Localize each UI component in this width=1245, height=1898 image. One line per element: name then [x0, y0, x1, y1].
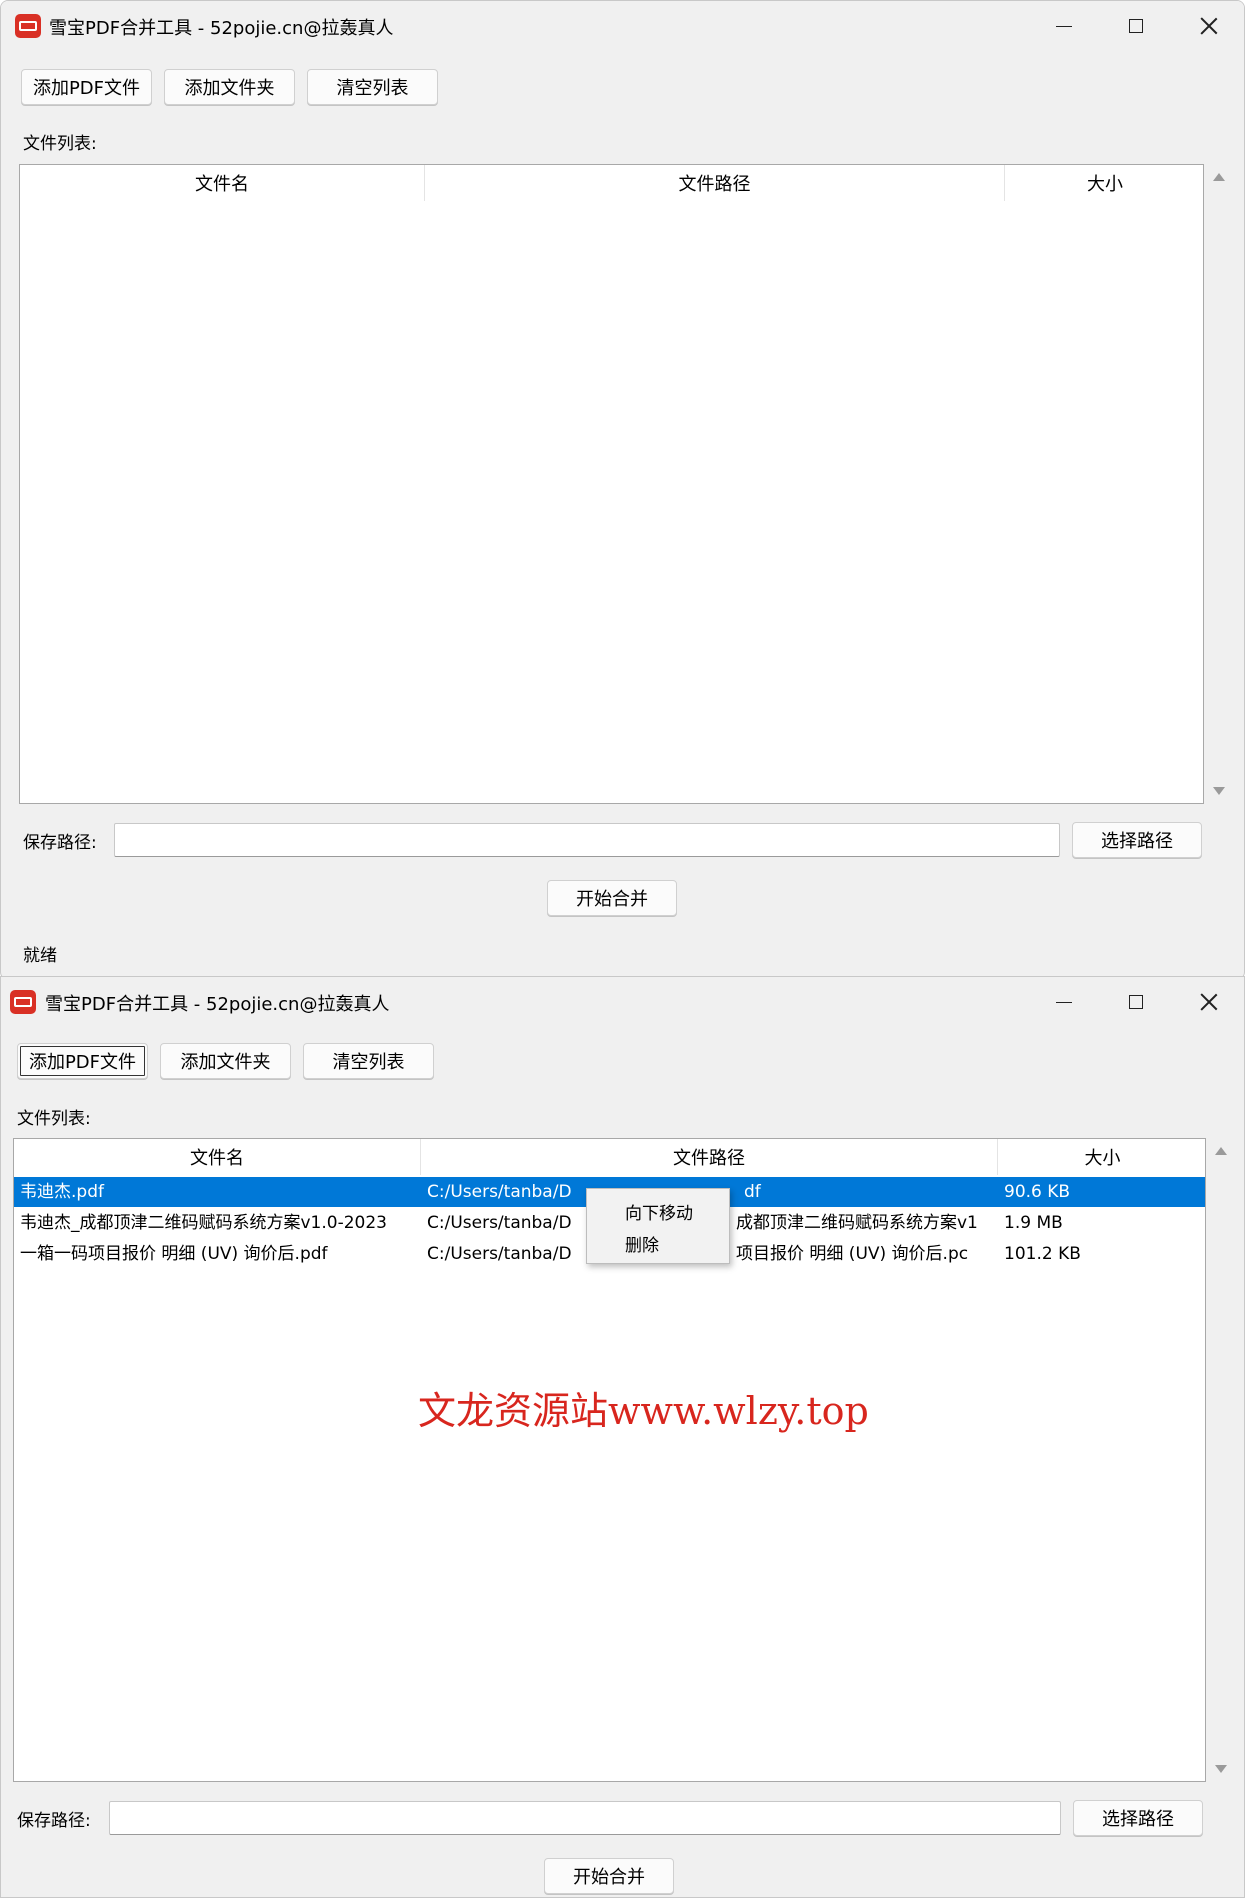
- status-text: 就绪: [23, 946, 57, 966]
- column-header-name[interactable]: 文件名: [14, 1139, 421, 1175]
- vertical-scrollbar[interactable]: [1210, 1138, 1232, 1782]
- add-folder-button[interactable]: 添加文件夹: [160, 1043, 291, 1079]
- title-bar: 雪宝PDF合并工具 - 52pojie.cn@拉轰真人: [1, 977, 1244, 1027]
- context-menu-move-down[interactable]: 向下移动: [625, 1199, 693, 1224]
- context-menu: 向下移动 删除: [586, 1188, 730, 1264]
- column-header-path[interactable]: 文件路径: [421, 1139, 998, 1175]
- choose-path-button[interactable]: 选择路径: [1072, 822, 1202, 858]
- add-pdf-button[interactable]: 添加PDF文件: [21, 69, 152, 105]
- merge-window-empty: 雪宝PDF合并工具 - 52pojie.cn@拉轰真人 添加PDF文件 添加文件…: [0, 0, 1245, 980]
- watermark-text: 文龙资源站www.wlzy.top: [418, 1389, 869, 1433]
- column-header-name[interactable]: 文件名: [20, 165, 425, 201]
- close-icon: [1200, 17, 1218, 35]
- context-menu-delete[interactable]: 删除: [625, 1231, 659, 1256]
- scroll-down-icon[interactable]: [1215, 1765, 1227, 1773]
- close-button[interactable]: [1177, 977, 1241, 1027]
- file-table[interactable]: 文件名 文件路径 大小: [19, 164, 1204, 804]
- close-button[interactable]: [1177, 1, 1241, 51]
- vertical-scrollbar[interactable]: [1208, 164, 1230, 804]
- minimize-button[interactable]: [1032, 1, 1096, 51]
- window-title: 雪宝PDF合并工具 - 52pojie.cn@拉轰真人: [49, 18, 394, 39]
- start-merge-button[interactable]: 开始合并: [544, 1858, 674, 1894]
- start-merge-button[interactable]: 开始合并: [547, 880, 677, 916]
- minimize-icon: [1056, 1001, 1072, 1003]
- maximize-icon: [1129, 995, 1143, 1009]
- scroll-up-icon[interactable]: [1215, 1147, 1227, 1155]
- file-list-label: 文件列表:: [17, 1109, 91, 1129]
- file-path-cell: C:/Users/tanba/D: [427, 1244, 572, 1264]
- minimize-icon: [1056, 25, 1072, 27]
- maximize-icon: [1129, 19, 1143, 33]
- file-size-cell: 1.9 MB: [1004, 1213, 1063, 1233]
- close-icon: [1200, 993, 1218, 1011]
- scroll-down-icon[interactable]: [1213, 787, 1225, 795]
- file-name-cell: 韦迪杰.pdf: [20, 1182, 104, 1202]
- save-path-label: 保存路径:: [23, 833, 97, 853]
- file-name-cell: 一箱一码项目报价 明细 (UV) 询价后.pdf: [20, 1244, 328, 1264]
- maximize-button[interactable]: [1104, 1, 1168, 51]
- choose-path-button[interactable]: 选择路径: [1073, 1800, 1203, 1836]
- file-name-cell: 韦迪杰_成都顶津二维码赋码系统方案v1.0-2023: [20, 1213, 387, 1233]
- column-header-size[interactable]: 大小: [1005, 165, 1203, 201]
- file-path-tail: df: [744, 1182, 761, 1202]
- save-path-input[interactable]: [109, 1801, 1061, 1835]
- save-path-input[interactable]: [114, 823, 1060, 857]
- window-title: 雪宝PDF合并工具 - 52pojie.cn@拉轰真人: [45, 994, 390, 1015]
- merge-window-files: 雪宝PDF合并工具 - 52pojie.cn@拉轰真人 添加PDF文件 添加文件…: [0, 976, 1245, 1898]
- file-path-cell: C:/Users/tanba/D: [427, 1182, 572, 1202]
- table-header: 文件名 文件路径 大小: [20, 165, 1203, 201]
- file-size-cell: 90.6 KB: [1004, 1182, 1071, 1202]
- title-bar: 雪宝PDF合并工具 - 52pojie.cn@拉轰真人: [1, 1, 1244, 51]
- column-header-path[interactable]: 文件路径: [425, 165, 1005, 201]
- file-list-label: 文件列表:: [23, 134, 97, 154]
- file-size-cell: 101.2 KB: [1004, 1244, 1081, 1264]
- file-path-tail: 成都顶津二维码赋码系统方案v1: [736, 1213, 978, 1233]
- add-pdf-button[interactable]: 添加PDF文件: [17, 1043, 148, 1079]
- add-folder-button[interactable]: 添加文件夹: [164, 69, 295, 105]
- maximize-button[interactable]: [1104, 977, 1168, 1027]
- app-pdf-icon: [15, 14, 41, 38]
- table-header: 文件名 文件路径 大小: [14, 1139, 1205, 1175]
- app-pdf-icon: [10, 990, 36, 1014]
- save-path-label: 保存路径:: [17, 1811, 91, 1831]
- file-path-cell: C:/Users/tanba/D: [427, 1213, 572, 1233]
- minimize-button[interactable]: [1032, 977, 1096, 1027]
- file-path-tail: 项目报价 明细 (UV) 询价后.pc: [736, 1244, 969, 1264]
- clear-list-button[interactable]: 清空列表: [303, 1043, 434, 1079]
- scroll-up-icon[interactable]: [1213, 173, 1225, 181]
- clear-list-button[interactable]: 清空列表: [307, 69, 438, 105]
- column-header-size[interactable]: 大小: [998, 1139, 1205, 1175]
